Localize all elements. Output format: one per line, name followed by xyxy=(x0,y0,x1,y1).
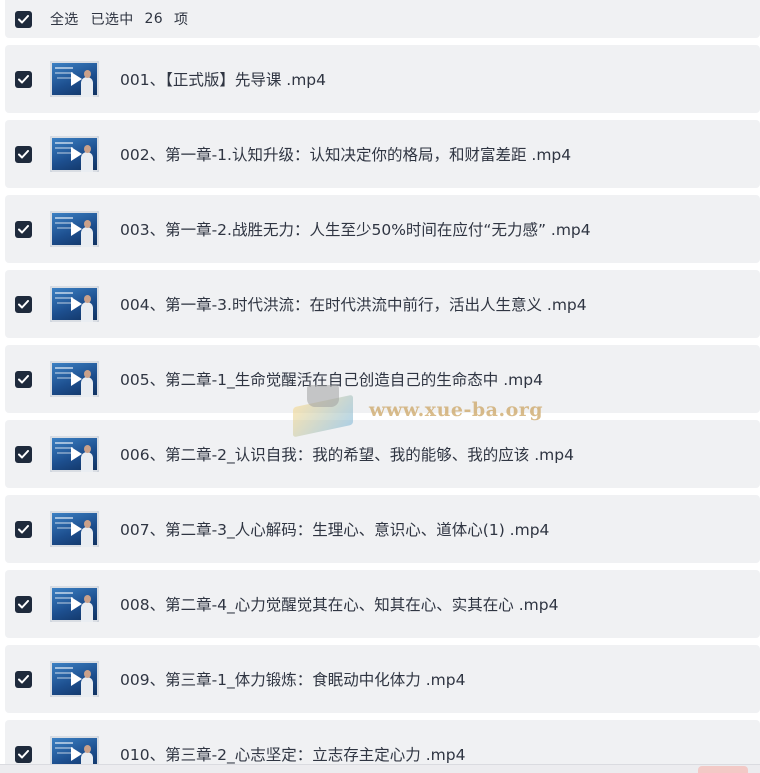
select-all-checkbox[interactable] xyxy=(15,10,32,28)
item-checkbox[interactable] xyxy=(15,445,32,463)
list-item[interactable]: 008、第二章-4_心力觉醒觉其在心、知其在心、实其在心 .mp4 xyxy=(5,570,760,638)
video-thumbnail xyxy=(50,586,99,622)
video-thumbnail xyxy=(50,211,99,247)
video-thumbnail xyxy=(50,511,99,547)
list-item[interactable]: 002、第一章-1.认知升级：认知决定你的格局，和财富差距 .mp4 xyxy=(5,120,760,188)
file-name: 007、第二章-3_人心解码：生理心、意识心、道体心(1) .mp4 xyxy=(120,521,550,539)
file-name: 006、第二章-2_认识自我：我的希望、我的能够、我的应该 .mp4 xyxy=(120,446,574,464)
file-name: 002、第一章-1.认知升级：认知决定你的格局，和财富差距 .mp4 xyxy=(120,146,572,164)
file-name: 005、第二章-1_生命觉醒活在自己创造自己的生命态中 .mp4 xyxy=(120,371,543,389)
video-thumbnail xyxy=(50,136,99,172)
checkmark-icon xyxy=(18,674,29,683)
play-icon xyxy=(70,597,82,611)
item-checkbox[interactable] xyxy=(15,745,32,763)
checkmark-icon xyxy=(18,224,29,233)
bottom-toolbar-edge xyxy=(0,764,760,773)
item-checkbox[interactable] xyxy=(15,220,32,238)
selected-count: 26 xyxy=(144,11,163,27)
play-icon xyxy=(70,372,82,386)
checkmark-icon xyxy=(18,14,29,23)
play-icon xyxy=(70,297,82,311)
action-button-edge[interactable] xyxy=(698,766,748,773)
item-checkbox[interactable] xyxy=(15,370,32,388)
item-checkbox[interactable] xyxy=(15,145,32,163)
item-checkbox[interactable] xyxy=(15,70,32,88)
list-item[interactable]: 003、第一章-2.战胜无力：人生至少50%时间在应付“无力感” .mp4 xyxy=(5,195,760,263)
video-thumbnail xyxy=(50,61,99,97)
file-name: 010、第三章-2_心志坚定：立志存主定心力 .mp4 xyxy=(120,746,466,764)
video-thumbnail xyxy=(50,361,99,397)
list-item[interactable]: 001、【正式版】先导课 .mp4 xyxy=(5,45,760,113)
video-thumbnail xyxy=(50,286,99,322)
play-icon xyxy=(70,147,82,161)
checkmark-icon xyxy=(18,599,29,608)
list-item[interactable]: 007、第二章-3_人心解码：生理心、意识心、道体心(1) .mp4 xyxy=(5,495,760,563)
play-icon xyxy=(70,447,82,461)
list-item[interactable]: 005、第二章-1_生命觉醒活在自己创造自己的生命态中 .mp4 xyxy=(5,345,760,413)
play-icon xyxy=(70,222,82,236)
select-all-label[interactable]: 全选 xyxy=(50,9,79,29)
list-item[interactable]: 004、第一章-3.时代洪流：在时代洪流中前行，活出人生意义 .mp4 xyxy=(5,270,760,338)
file-selection-panel: 全选 已选中 26 项 001、【正式版】先导课 .mp4 002、第一章-1.… xyxy=(0,0,760,773)
checkmark-icon xyxy=(18,374,29,383)
file-name: 004、第一章-3.时代洪流：在时代洪流中前行，活出人生意义 .mp4 xyxy=(120,296,587,314)
selected-unit: 项 xyxy=(173,12,189,28)
item-checkbox[interactable] xyxy=(15,670,32,688)
checkmark-icon xyxy=(18,149,29,158)
item-checkbox[interactable] xyxy=(15,520,32,538)
item-checkbox[interactable] xyxy=(15,295,32,313)
checkmark-icon xyxy=(18,749,29,758)
list-item[interactable]: 009、第三章-1_体力锻炼：食眠动中化体力 .mp4 xyxy=(5,645,760,713)
select-all-bar: 全选 已选中 26 项 xyxy=(5,0,760,38)
checkmark-icon xyxy=(18,449,29,458)
file-name: 001、【正式版】先导课 .mp4 xyxy=(120,71,326,89)
file-name: 008、第二章-4_心力觉醒觉其在心、知其在心、实其在心 .mp4 xyxy=(120,596,559,614)
file-list: 001、【正式版】先导课 .mp4 002、第一章-1.认知升级：认知决定你的格… xyxy=(5,45,760,773)
checkmark-icon xyxy=(18,299,29,308)
play-icon xyxy=(70,522,82,536)
list-item[interactable]: 006、第二章-2_认识自我：我的希望、我的能够、我的应该 .mp4 xyxy=(5,420,760,488)
file-name: 009、第三章-1_体力锻炼：食眠动中化体力 .mp4 xyxy=(120,671,466,689)
play-icon xyxy=(70,672,82,686)
file-name: 003、第一章-2.战胜无力：人生至少50%时间在应付“无力感” .mp4 xyxy=(120,221,591,239)
video-thumbnail xyxy=(50,436,99,472)
checkmark-icon xyxy=(18,74,29,83)
play-icon xyxy=(70,72,82,86)
video-thumbnail xyxy=(50,661,99,697)
checkmark-icon xyxy=(18,524,29,533)
selected-text: 已选中 xyxy=(90,12,134,28)
item-checkbox[interactable] xyxy=(15,595,32,613)
play-icon xyxy=(70,747,82,761)
